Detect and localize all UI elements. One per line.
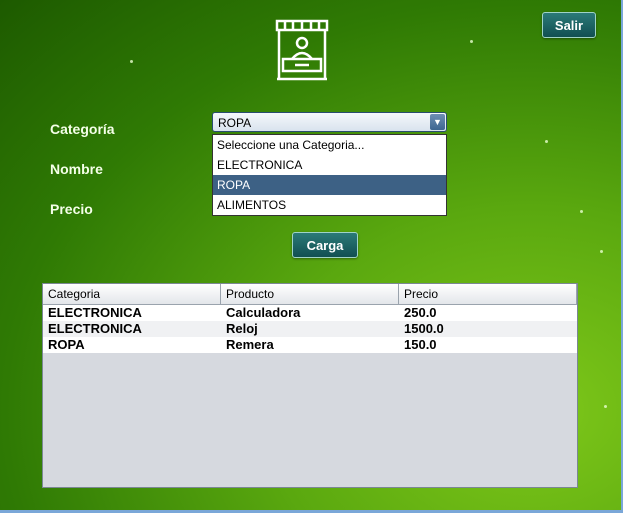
- chevron-down-icon[interactable]: ▼: [430, 114, 445, 130]
- table-cell: Calculadora: [226, 305, 301, 320]
- table-cell: ROPA: [48, 337, 85, 352]
- category-option[interactable]: ELECTRONICA: [213, 155, 446, 175]
- table-row[interactable]: ROPA Remera 150.0: [43, 337, 577, 353]
- column-header[interactable]: Precio: [399, 284, 577, 304]
- category-dropdown-list: Seleccione una Categoria... ELECTRONICA …: [212, 134, 447, 216]
- column-header[interactable]: Categoria: [43, 284, 221, 304]
- name-label: Nombre: [50, 161, 103, 177]
- sparkle: [130, 60, 133, 63]
- submit-button[interactable]: Carga: [292, 232, 358, 258]
- table-header: Categoria Producto Precio: [43, 284, 577, 305]
- sparkle: [580, 210, 583, 213]
- table-cell: Remera: [226, 337, 274, 352]
- price-label: Precio: [50, 201, 93, 217]
- table-cell: 250.0: [404, 305, 437, 320]
- table-cell: Reloj: [226, 321, 258, 336]
- market-stall-icon: [275, 19, 329, 81]
- category-option[interactable]: ROPA: [213, 175, 446, 195]
- sparkle: [600, 250, 603, 253]
- category-option[interactable]: Seleccione una Categoria...: [213, 135, 446, 155]
- exit-button[interactable]: Salir: [542, 12, 596, 38]
- products-table: Categoria Producto Precio ELECTRONICA Ca…: [42, 283, 578, 488]
- table-cell: 150.0: [404, 337, 437, 352]
- category-selected-value: ROPA: [218, 116, 252, 130]
- table-cell: 1500.0: [404, 321, 444, 336]
- sparkle: [545, 140, 548, 143]
- table-cell: ELECTRONICA: [48, 321, 142, 336]
- category-combobox[interactable]: ROPA ▼: [212, 112, 447, 132]
- category-option[interactable]: ALIMENTOS: [213, 195, 446, 215]
- table-row[interactable]: ELECTRONICA Calculadora 250.0: [43, 305, 577, 321]
- column-header[interactable]: Producto: [221, 284, 399, 304]
- sparkle: [470, 40, 473, 43]
- sparkle: [604, 405, 607, 408]
- table-row[interactable]: ELECTRONICA Reloj 1500.0: [43, 321, 577, 337]
- category-label: Categoría: [50, 121, 115, 137]
- table-cell: ELECTRONICA: [48, 305, 142, 320]
